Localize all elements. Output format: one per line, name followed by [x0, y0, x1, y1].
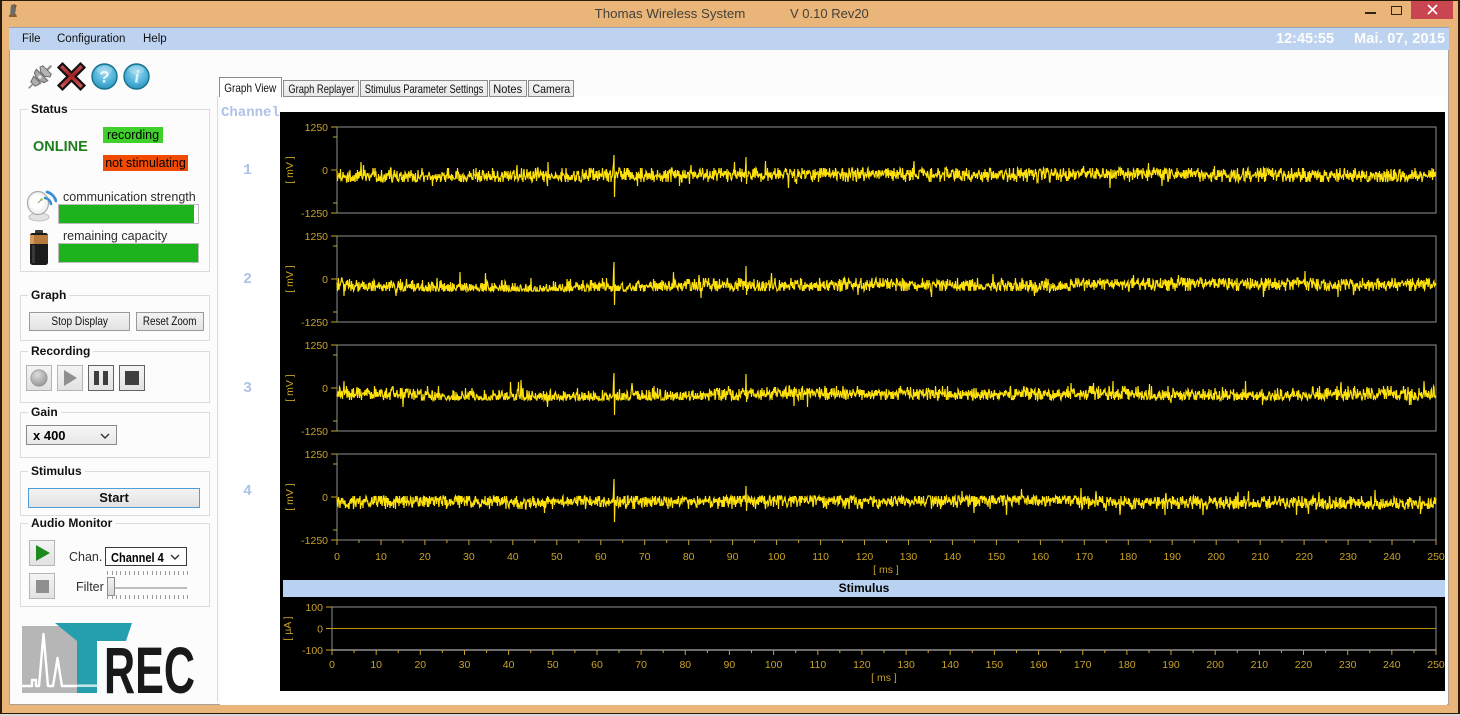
svg-text:REC: REC	[104, 633, 195, 696]
svg-text:-1250: -1250	[301, 535, 328, 547]
svg-text:50: 50	[551, 551, 563, 563]
svg-text:60: 60	[591, 659, 603, 671]
svg-text:150: 150	[988, 551, 1006, 563]
svg-text:210: 210	[1251, 551, 1269, 563]
svg-text:240: 240	[1383, 551, 1401, 563]
svg-text:220: 220	[1295, 659, 1313, 671]
svg-text:[ mV ]: [ mV ]	[284, 156, 296, 184]
svg-text:30: 30	[459, 659, 471, 671]
svg-text:130: 130	[897, 659, 915, 671]
svg-text:0: 0	[322, 383, 328, 395]
svg-text:80: 80	[683, 551, 695, 563]
svg-text:200: 200	[1206, 659, 1224, 671]
svg-text:1250: 1250	[305, 340, 329, 352]
svg-text:180: 180	[1120, 551, 1138, 563]
svg-text:-1250: -1250	[301, 208, 328, 220]
svg-text:[ mV ]: [ mV ]	[284, 265, 296, 293]
svg-text:180: 180	[1118, 659, 1136, 671]
svg-text:[ ms ]: [ ms ]	[873, 564, 899, 576]
svg-text:10: 10	[370, 659, 382, 671]
svg-text:110: 110	[812, 551, 829, 563]
svg-text:140: 140	[944, 551, 962, 563]
svg-text:70: 70	[635, 659, 647, 671]
svg-text:100: 100	[765, 659, 783, 671]
svg-text:90: 90	[724, 659, 736, 671]
svg-text:1250: 1250	[305, 231, 329, 243]
svg-text:[ mV ]: [ mV ]	[284, 374, 296, 402]
svg-text:110: 110	[809, 659, 826, 671]
svg-text:190: 190	[1163, 551, 1181, 563]
svg-text:230: 230	[1339, 659, 1357, 671]
svg-text:-1250: -1250	[301, 426, 328, 438]
svg-text:100: 100	[768, 551, 786, 563]
svg-text:170: 170	[1076, 551, 1094, 563]
svg-text:0: 0	[329, 659, 335, 671]
svg-text:1250: 1250	[305, 449, 329, 461]
svg-text:?: ?	[99, 68, 109, 87]
svg-text:[ mV ]: [ mV ]	[284, 483, 296, 511]
svg-text:-1250: -1250	[301, 317, 328, 329]
svg-text:100: 100	[305, 602, 323, 614]
svg-text:250: 250	[1427, 659, 1445, 671]
svg-text:130: 130	[900, 551, 918, 563]
svg-text:40: 40	[503, 659, 515, 671]
svg-text:190: 190	[1162, 659, 1180, 671]
svg-text:0: 0	[322, 165, 328, 177]
svg-text:240: 240	[1383, 659, 1401, 671]
svg-text:0: 0	[322, 492, 328, 504]
svg-text:60: 60	[595, 551, 607, 563]
svg-text:120: 120	[853, 659, 871, 671]
svg-text:80: 80	[679, 659, 691, 671]
svg-text:250: 250	[1427, 551, 1445, 563]
svg-text:i: i	[134, 67, 139, 87]
svg-text:120: 120	[856, 551, 874, 563]
svg-text:160: 160	[1032, 551, 1050, 563]
svg-text:Stimulus: Stimulus	[839, 581, 890, 595]
svg-text:220: 220	[1295, 551, 1313, 563]
svg-text:170: 170	[1074, 659, 1092, 671]
svg-text:0: 0	[317, 624, 323, 636]
svg-text:150: 150	[986, 659, 1004, 671]
svg-text:[ µA ]: [ µA ]	[282, 616, 294, 640]
svg-text:70: 70	[639, 551, 651, 563]
svg-text:40: 40	[507, 551, 519, 563]
svg-text:200: 200	[1207, 551, 1225, 563]
svg-text:210: 210	[1251, 659, 1269, 671]
svg-text:10: 10	[375, 551, 387, 563]
svg-text:90: 90	[727, 551, 739, 563]
svg-text:-100: -100	[302, 645, 323, 657]
svg-text:0: 0	[334, 551, 340, 563]
svg-text:30: 30	[463, 551, 475, 563]
svg-text:1250: 1250	[305, 122, 329, 134]
svg-text:230: 230	[1339, 551, 1357, 563]
svg-text:[ ms ]: [ ms ]	[871, 672, 897, 684]
svg-text:20: 20	[414, 659, 426, 671]
svg-text:0: 0	[322, 274, 328, 286]
svg-text:160: 160	[1030, 659, 1048, 671]
svg-text:140: 140	[941, 659, 959, 671]
svg-text:20: 20	[419, 551, 431, 563]
svg-text:50: 50	[547, 659, 559, 671]
